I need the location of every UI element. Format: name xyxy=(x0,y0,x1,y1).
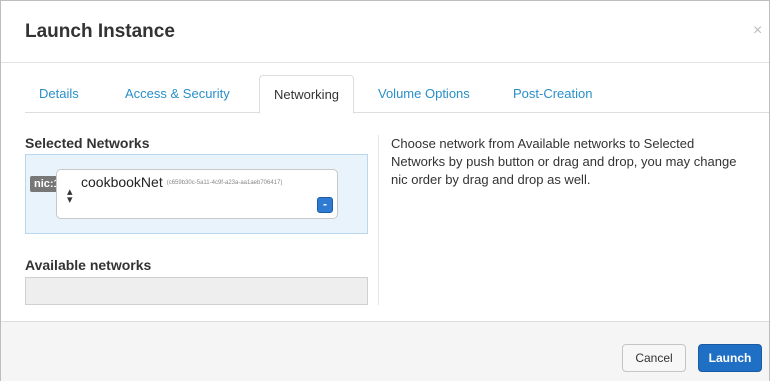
selected-networks-label: Selected Networks xyxy=(25,135,150,151)
tab-post-creation[interactable]: Post-Creation xyxy=(499,75,606,113)
network-id: (c659b30c-5a11-4c9f-a23a-aa1aeb706417) xyxy=(166,180,283,187)
tab-networking[interactable]: Networking xyxy=(259,75,355,114)
launch-instance-dialog: Launch Instance × Details Access & Secur… xyxy=(0,0,770,381)
network-name: cookbookNet xyxy=(81,174,163,190)
column-divider xyxy=(378,135,379,305)
launch-button[interactable]: Launch xyxy=(698,344,762,372)
available-networks-label: Available networks xyxy=(25,257,152,273)
drag-sort-icon[interactable]: ▴ ▾ xyxy=(67,187,73,206)
tab-bar: Details Access & Security Networking Vol… xyxy=(25,75,769,114)
cancel-button[interactable]: Cancel xyxy=(622,344,686,372)
selected-networks-droparea[interactable]: nic:1 ▴ ▾ cookbookNet (c659b30c-5a11-4c9f-… xyxy=(25,154,368,234)
dialog-footer: Cancel Launch xyxy=(1,321,769,381)
close-icon[interactable]: × xyxy=(753,23,762,39)
networks-column: Selected Networks nic:1 ▴ ▾ cookbookNet (c… xyxy=(25,135,368,305)
dialog-title: Launch Instance xyxy=(25,21,175,42)
selected-network-item[interactable]: ▴ ▾ cookbookNet (c659b30c-5a11-4c9f-a23a-a… xyxy=(56,169,338,219)
network-name-line: cookbookNet (c659b30c-5a11-4c9f-a23a-aa1a… xyxy=(81,174,282,190)
tab-details[interactable]: Details xyxy=(25,75,93,113)
remove-network-button[interactable]: - xyxy=(317,197,333,213)
available-networks-droparea[interactable] xyxy=(25,277,368,305)
dialog-header: Launch Instance × xyxy=(1,1,769,63)
tab-access-security[interactable]: Access & Security xyxy=(111,75,244,113)
tab-volume-options[interactable]: Volume Options xyxy=(364,75,484,113)
networking-help-text: Choose network from Available networks t… xyxy=(391,136,737,187)
